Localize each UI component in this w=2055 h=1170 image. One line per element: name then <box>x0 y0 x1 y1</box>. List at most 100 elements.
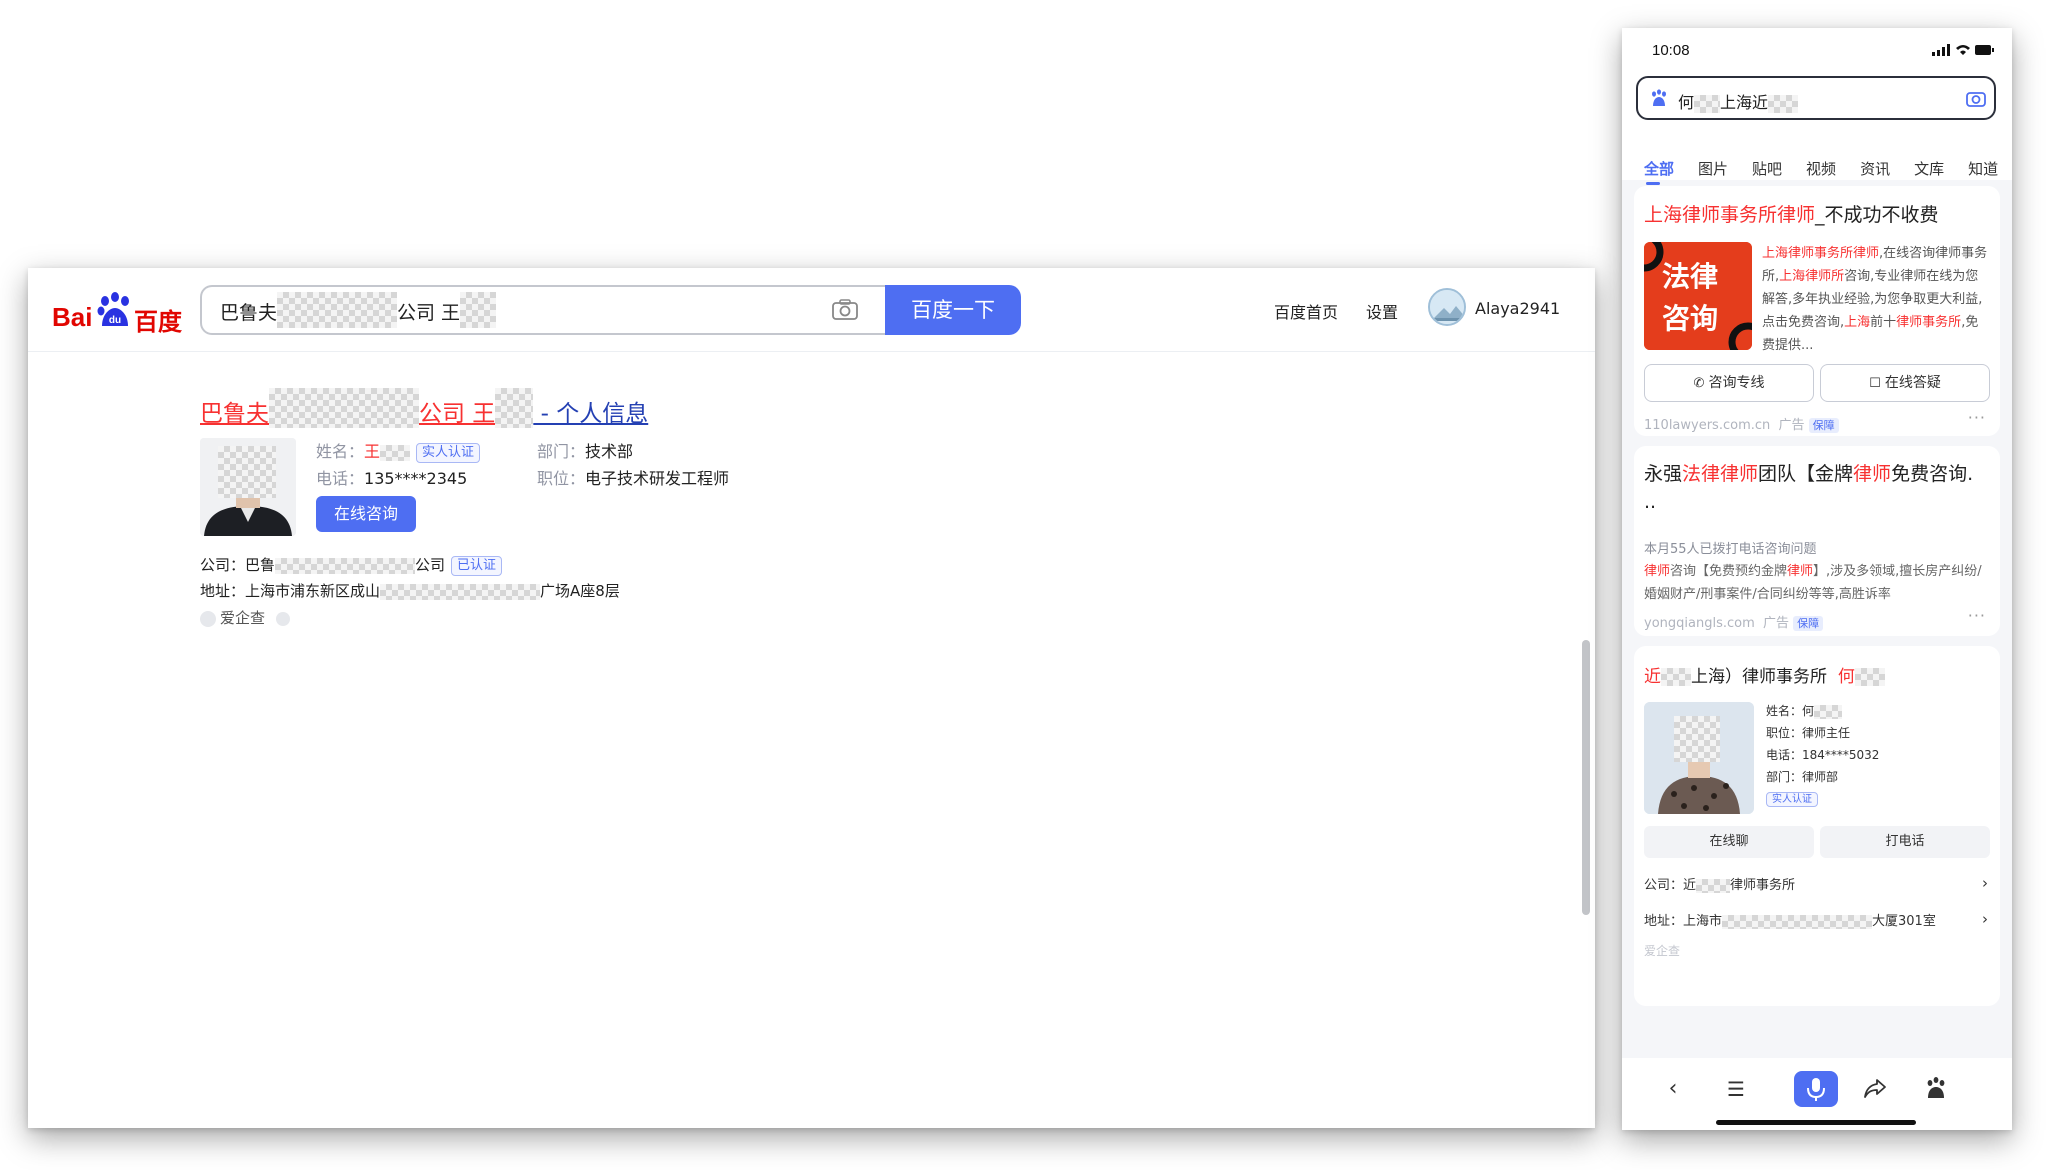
chevron-right-icon: › <box>1982 910 1988 928</box>
aiqicha-source[interactable]: 爱企查 <box>200 607 294 628</box>
guard-badge: 保障 <box>1808 418 1839 433</box>
phone-bottom-bar: ‹ ☰ <box>1622 1058 2012 1130</box>
redacted-block <box>460 291 497 328</box>
tab-zhidao[interactable]: 知道 <box>1968 158 1998 179</box>
lawyer-title-link[interactable]: 近上海）律师事务所 何 <box>1644 662 1885 687</box>
online-answer-button[interactable]: ☐ 在线答疑 <box>1820 364 1990 402</box>
microphone-icon <box>1807 1078 1825 1101</box>
online-chat-button[interactable]: 在线聊 <box>1644 826 1814 858</box>
info-icon[interactable] <box>275 611 290 626</box>
person-info: 姓名：王 实人认证 电话：135****2345 <box>316 438 481 492</box>
ad1-image-text: 法律咨询 <box>1662 260 1719 335</box>
text-segment: 永强 <box>1644 463 1683 485</box>
text-segment: 团队【金牌 <box>1758 463 1854 485</box>
dept-value: 技术部 <box>585 442 634 461</box>
hotline-button[interactable]: ✆ 咨询专线 <box>1644 364 1814 402</box>
search-header: Bai du 百度 巴鲁夫 公司 王 百度一下 百度首页 设置 Alaya294… <box>28 268 1595 352</box>
phone-search-input[interactable]: 何上海近 <box>1636 76 1996 120</box>
text-segment: 法律律师 <box>1682 463 1759 485</box>
tab-wenku[interactable]: 文库 <box>1914 158 1944 179</box>
desktop-browser-window: Bai du 百度 巴鲁夫 公司 王 百度一下 百度首页 设置 Alaya294… <box>28 268 1595 1128</box>
menu-icon[interactable]: ☰ <box>1723 1076 1749 1102</box>
baidu-paw-icon: du <box>97 292 129 326</box>
ad2-title-link[interactable]: 永强法律律师团队【金牌律师免费咨询... <box>1644 460 1990 516</box>
redacted-face <box>1674 716 1720 762</box>
back-icon[interactable]: ‹ <box>1660 1076 1686 1102</box>
avatar[interactable] <box>1428 288 1466 326</box>
scrollbar[interactable] <box>1582 640 1590 915</box>
user-avatar-icon <box>1430 290 1464 324</box>
tab-news[interactable]: 资讯 <box>1860 158 1890 179</box>
lawyer-card: 近上海）律师事务所 何 姓名：何 职位：律师主任 电话：184****5032 … <box>1634 646 2000 1006</box>
ad1-image[interactable]: 法律咨询 <box>1644 242 1752 350</box>
company-verified-badge: 已认证 <box>451 555 503 576</box>
text-segment: 上海律师所 <box>1779 269 1845 284</box>
redacted-block <box>269 387 419 428</box>
chevron-right-icon: › <box>1982 874 1988 892</box>
baidu-paw-icon <box>1652 89 1666 106</box>
search-text-mid: 公司 王 <box>397 302 461 324</box>
status-icons <box>1932 44 1994 56</box>
search-text-prefix: 巴鲁夫 <box>220 302 278 324</box>
tab-tieba[interactable]: 贴吧 <box>1752 158 1782 179</box>
aiqicha-logo-icon <box>200 610 216 627</box>
call-button[interactable]: 打电话 <box>1820 826 1990 858</box>
redacted-block <box>1722 914 1873 929</box>
baidu-paw-icon[interactable] <box>1923 1076 1949 1102</box>
verified-badge: 实人认证 <box>1766 792 1818 807</box>
online-consult-button[interactable]: 在线咨询 <box>316 496 416 532</box>
person-info-right: 部门：技术部 职位：电子技术研发工程师 <box>537 442 730 488</box>
status-time: 10:08 <box>1652 42 1690 59</box>
ad1-description: 上海律师事务所律师,在线咨询律师事务所,上海律师所咨询,专业律师在线为您解答,多… <box>1762 242 1990 357</box>
search-button[interactable]: 百度一下 <box>885 285 1021 335</box>
svg-text:du: du <box>109 315 121 326</box>
redacted-block <box>1696 878 1731 893</box>
ad2-source[interactable]: yongqiangls.com 广告 保障 <box>1644 612 1824 631</box>
lawyer-company-row[interactable]: 公司：近 律师事务所 › <box>1644 874 1990 893</box>
search-input[interactable]: 巴鲁夫 公司 王 <box>200 285 886 335</box>
phone-value: 135****2345 <box>364 469 468 488</box>
ad2-subline: 本月55人已拨打电话咨询问题 <box>1644 542 1817 557</box>
ad1-source[interactable]: 110lawyers.com.cn 广告 保障 <box>1644 414 1839 433</box>
text-segment: 律师 <box>1853 463 1892 485</box>
guard-badge: 保障 <box>1793 616 1824 631</box>
share-icon[interactable] <box>1862 1076 1888 1102</box>
username-label[interactable]: Alaya2941 <box>1475 299 1560 318</box>
redacted-block <box>380 583 541 600</box>
redacted-block <box>1694 94 1721 113</box>
tab-all[interactable]: 全部 <box>1644 158 1674 179</box>
camera-icon[interactable] <box>832 299 858 321</box>
phone-icon: ✆ <box>1693 376 1709 391</box>
nav-settings-link[interactable]: 设置 <box>1366 299 1398 323</box>
person-photo <box>200 438 296 536</box>
chat-icon: ☐ <box>1869 376 1885 391</box>
tab-images[interactable]: 图片 <box>1698 158 1728 179</box>
voice-search-button[interactable] <box>1794 1071 1838 1107</box>
redacted-block <box>1814 704 1843 719</box>
text-segment: 上海律师事务所律师 <box>1762 246 1880 261</box>
verified-badge: 实人认证 <box>416 442 481 463</box>
phone-search-area: 何上海近 全部 图片 贴吧 视频 资讯 文库 知道 <box>1622 72 2012 185</box>
text-segment: 律师 <box>1644 564 1671 579</box>
status-bar: 10:08 <box>1622 28 2012 72</box>
ad-card-1: 上海律师事务所律师_不成功不收费 法律咨询 上海律师事务所律师,在线咨询律师事务… <box>1634 186 2000 436</box>
text-segment: 咨询【免费预约金牌 <box>1670 564 1788 579</box>
phone-tab-bar: 全部 图片 贴吧 视频 资讯 文库 知道 <box>1644 158 2012 179</box>
redacted-block <box>277 291 398 328</box>
more-icon[interactable]: ··· <box>1968 408 1986 427</box>
text-segment: 前十 <box>1870 315 1897 330</box>
mobile-phone-screen: 10:08 何上海近 全部 图片 贴吧 视频 资讯 文库 知道 上海律师事务所律… <box>1622 28 2012 1130</box>
text-segment: .. <box>1644 491 1657 513</box>
camera-icon[interactable] <box>1966 90 1986 107</box>
aiqicha-source[interactable]: 爱企查 <box>1644 942 1990 959</box>
ad1-title-link[interactable]: 上海律师事务所律师_不成功不收费 <box>1644 200 1939 227</box>
redacted-block <box>1854 668 1885 686</box>
tab-videos[interactable]: 视频 <box>1806 158 1836 179</box>
more-icon[interactable]: ··· <box>1968 606 1986 625</box>
lawyer-address-row[interactable]: 地址：上海市 大厦301室 › <box>1644 910 1990 929</box>
redacted-block <box>275 557 416 574</box>
nav-home-link[interactable]: 百度首页 <box>1274 299 1338 323</box>
position-value: 电子技术研发工程师 <box>585 469 730 488</box>
result-title-link[interactable]: 巴鲁夫 公司 王 - 个人信息 <box>200 387 648 428</box>
baidu-logo[interactable]: Bai du 百度 <box>52 290 192 336</box>
